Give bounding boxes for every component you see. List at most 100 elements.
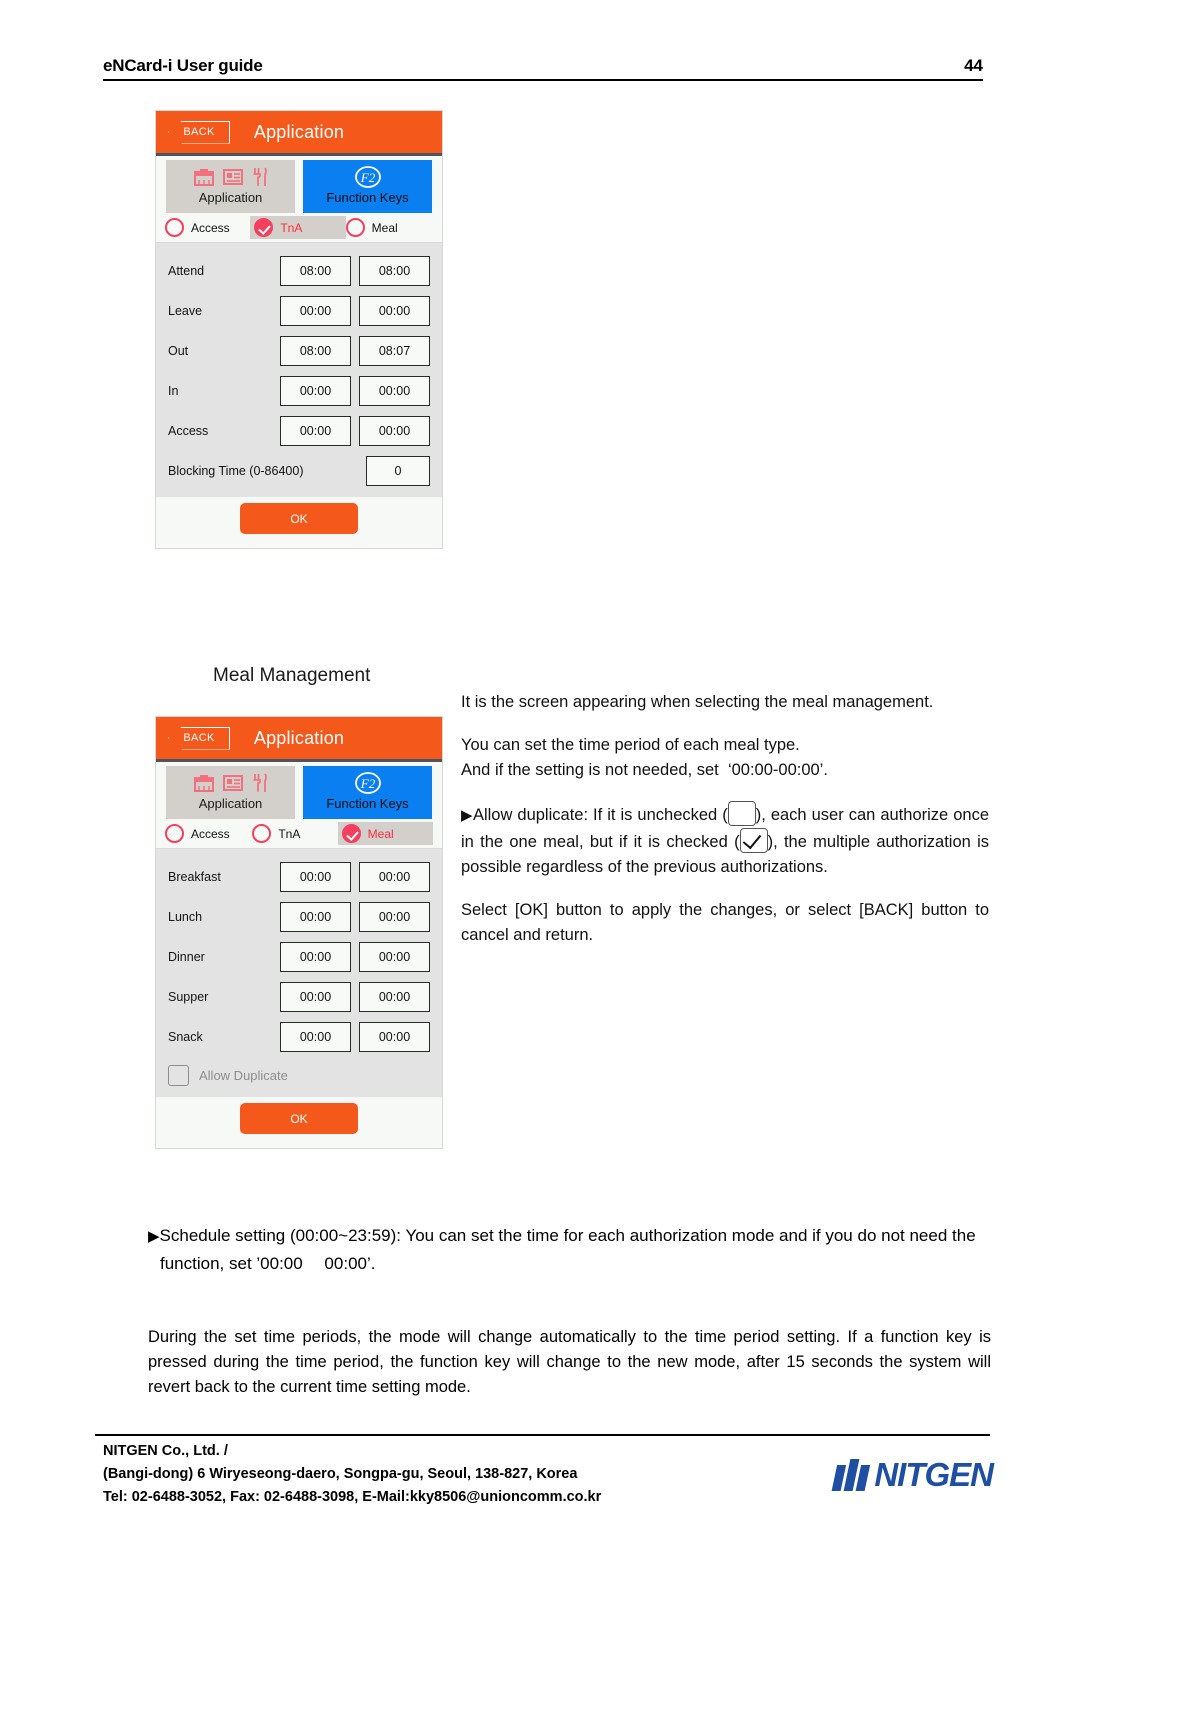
time-start-field[interactable]: 00:00 [280,982,351,1012]
row-label: Lunch [168,910,203,924]
row-label: Out [168,344,189,358]
radio-tna[interactable]: TnA [252,824,339,843]
back-button[interactable]: BACK [168,726,230,750]
paragraph-ok-back: Select [OK] button to apply the changes,… [461,901,989,944]
logo-text: NITGEN [874,1455,994,1493]
nitgen-logo: NITGEN [831,1455,994,1494]
back-button[interactable]: BACK [168,120,230,144]
time-end-field[interactable]: 08:00 [359,256,430,286]
paragraph-meal-time-line2c: . [823,761,828,779]
device-titlebar: BACK Application [156,717,442,762]
table-row: Dinner 00:00 00:00 [156,937,442,977]
time-end-field[interactable]: 00:00 [359,1022,430,1052]
tab-icon-group: F2 [354,770,382,796]
ok-button[interactable]: OK [240,1103,358,1134]
time-start-field[interactable]: 00:00 [280,416,351,446]
time-start-field[interactable]: 00:00 [280,376,351,406]
paragraph-meal-time-line2a: And if the setting is not needed, set [461,761,719,779]
meal-time-default-value: ‘00:00-00:00’ [727,761,824,779]
time-end-field[interactable]: 08:07 [359,336,430,366]
time-end-field[interactable]: 00:00 [359,942,430,972]
table-row: Breakfast 00:00 00:00 [156,857,442,897]
ok-button-bar: OK [156,497,442,548]
time-start-field[interactable]: 08:00 [280,256,351,286]
radio-tna[interactable]: TnA [250,216,346,239]
allow-duplicate-checkbox[interactable] [168,1064,189,1086]
radio-tna-label: TnA [278,826,301,841]
briefcase-icon [193,169,214,186]
time-start-field[interactable]: 00:00 [280,862,351,892]
tab-icon-group [193,164,268,190]
table-row: Leave 00:00 00:00 [156,291,442,331]
time-end-field[interactable]: 00:00 [359,296,430,326]
company-address: (Bangi-dong) 6 Wiryeseong-daero, Songpa-… [103,1466,578,1482]
back-button-label: BACK [183,732,215,744]
radio-access-label: Access [191,826,230,841]
time-start-field[interactable]: 00:00 [280,902,351,932]
blocking-time-label: Blocking Time (0-86400) [168,464,304,478]
checked-checkbox-icon [739,828,768,853]
tab-application[interactable]: Application [166,160,295,213]
table-row: Out 08:00 08:07 [156,331,442,371]
company-name: NITGEN Co., Ltd. / [103,1443,228,1459]
unchecked-checkbox-icon [727,801,756,826]
footer-divider [95,1434,990,1436]
meal-management-heading: Meal Management [213,665,371,686]
radio-checked-icon [341,824,361,843]
schedule-setting-note: ▶Schedule setting (00:00~23:59): You can… [148,1222,991,1277]
row-label: Leave [168,304,203,318]
table-row: Lunch 00:00 00:00 [156,897,442,937]
time-end-field[interactable]: 00:00 [359,902,430,932]
allow-duplicate-text-a: Allow duplicate: If it is unchecked ( [472,806,728,824]
time-start-field[interactable]: 08:00 [280,336,351,366]
row-label: Supper [168,990,209,1004]
table-row: In 00:00 00:00 [156,371,442,411]
blocking-time-row: Blocking Time (0-86400) 0 [156,451,442,491]
radio-tna-label: TnA [280,220,303,235]
radio-meal[interactable]: Meal [345,218,433,237]
row-label: Dinner [168,950,205,964]
blocking-time-field[interactable]: 0 [366,456,430,486]
ok-button[interactable]: OK [240,503,358,534]
f2-icon: F2 [354,166,381,188]
time-start-field[interactable]: 00:00 [280,1022,351,1052]
radio-access[interactable]: Access [165,824,252,843]
device-titlebar: BACK Application [156,111,442,156]
id-card-icon [222,775,243,791]
row-label: In [168,384,179,398]
radio-circle-icon [165,824,184,843]
tab-function-keys[interactable]: F2 Function Keys [303,160,432,213]
tab-application[interactable]: Application [166,766,295,819]
time-end-field[interactable]: 00:00 [359,982,430,1012]
tab-function-keys[interactable]: F2 Function Keys [303,766,432,819]
time-period-paragraph: During the set time periods, the mode wi… [148,1328,991,1396]
tab-icon-group: F2 [354,164,382,190]
id-card-icon [222,169,243,185]
radio-circle-icon [345,218,365,237]
tab-application-label: Application [198,190,263,205]
company-info: NITGEN Co., Ltd. / (Bangi-dong) 6 Wiryes… [103,1440,601,1509]
allow-duplicate-row[interactable]: Allow Duplicate [156,1057,442,1091]
time-end-field[interactable]: 00:00 [359,376,430,406]
radio-access[interactable]: Access [165,218,252,237]
radio-meal[interactable]: Meal [337,822,433,845]
time-end-field[interactable]: 00:00 [359,862,430,892]
paragraph-meal-time-line1: You can set the time period of each meal… [461,736,800,754]
svg-text:F2: F2 [359,170,375,185]
schedule-setting-note-text: Schedule setting (00:00~23:59): You can … [159,1226,976,1273]
bullet-marker-icon: ▶ [461,807,473,824]
radio-meal-label: Meal [367,826,394,841]
radio-circle-icon [165,218,184,237]
paragraph-intro: It is the screen appearing when selectin… [461,693,934,711]
time-end-field[interactable]: 00:00 [359,416,430,446]
time-start-field[interactable]: 00:00 [280,296,351,326]
radio-checked-icon [254,218,274,237]
company-contact: Tel: 02-6488-3052, Fax: 02-6488-3098, E-… [103,1489,602,1505]
paragraph-allow-duplicate: ▶Allow duplicate: If it is unchecked (),… [461,801,989,880]
row-label: Breakfast [168,870,221,884]
row-label: Access [168,424,209,438]
tab-function-keys-label: Function Keys [326,190,409,205]
time-start-field[interactable]: 00:00 [280,942,351,972]
table-row: Attend 08:00 08:00 [156,251,442,291]
row-label: Snack [168,1030,203,1044]
